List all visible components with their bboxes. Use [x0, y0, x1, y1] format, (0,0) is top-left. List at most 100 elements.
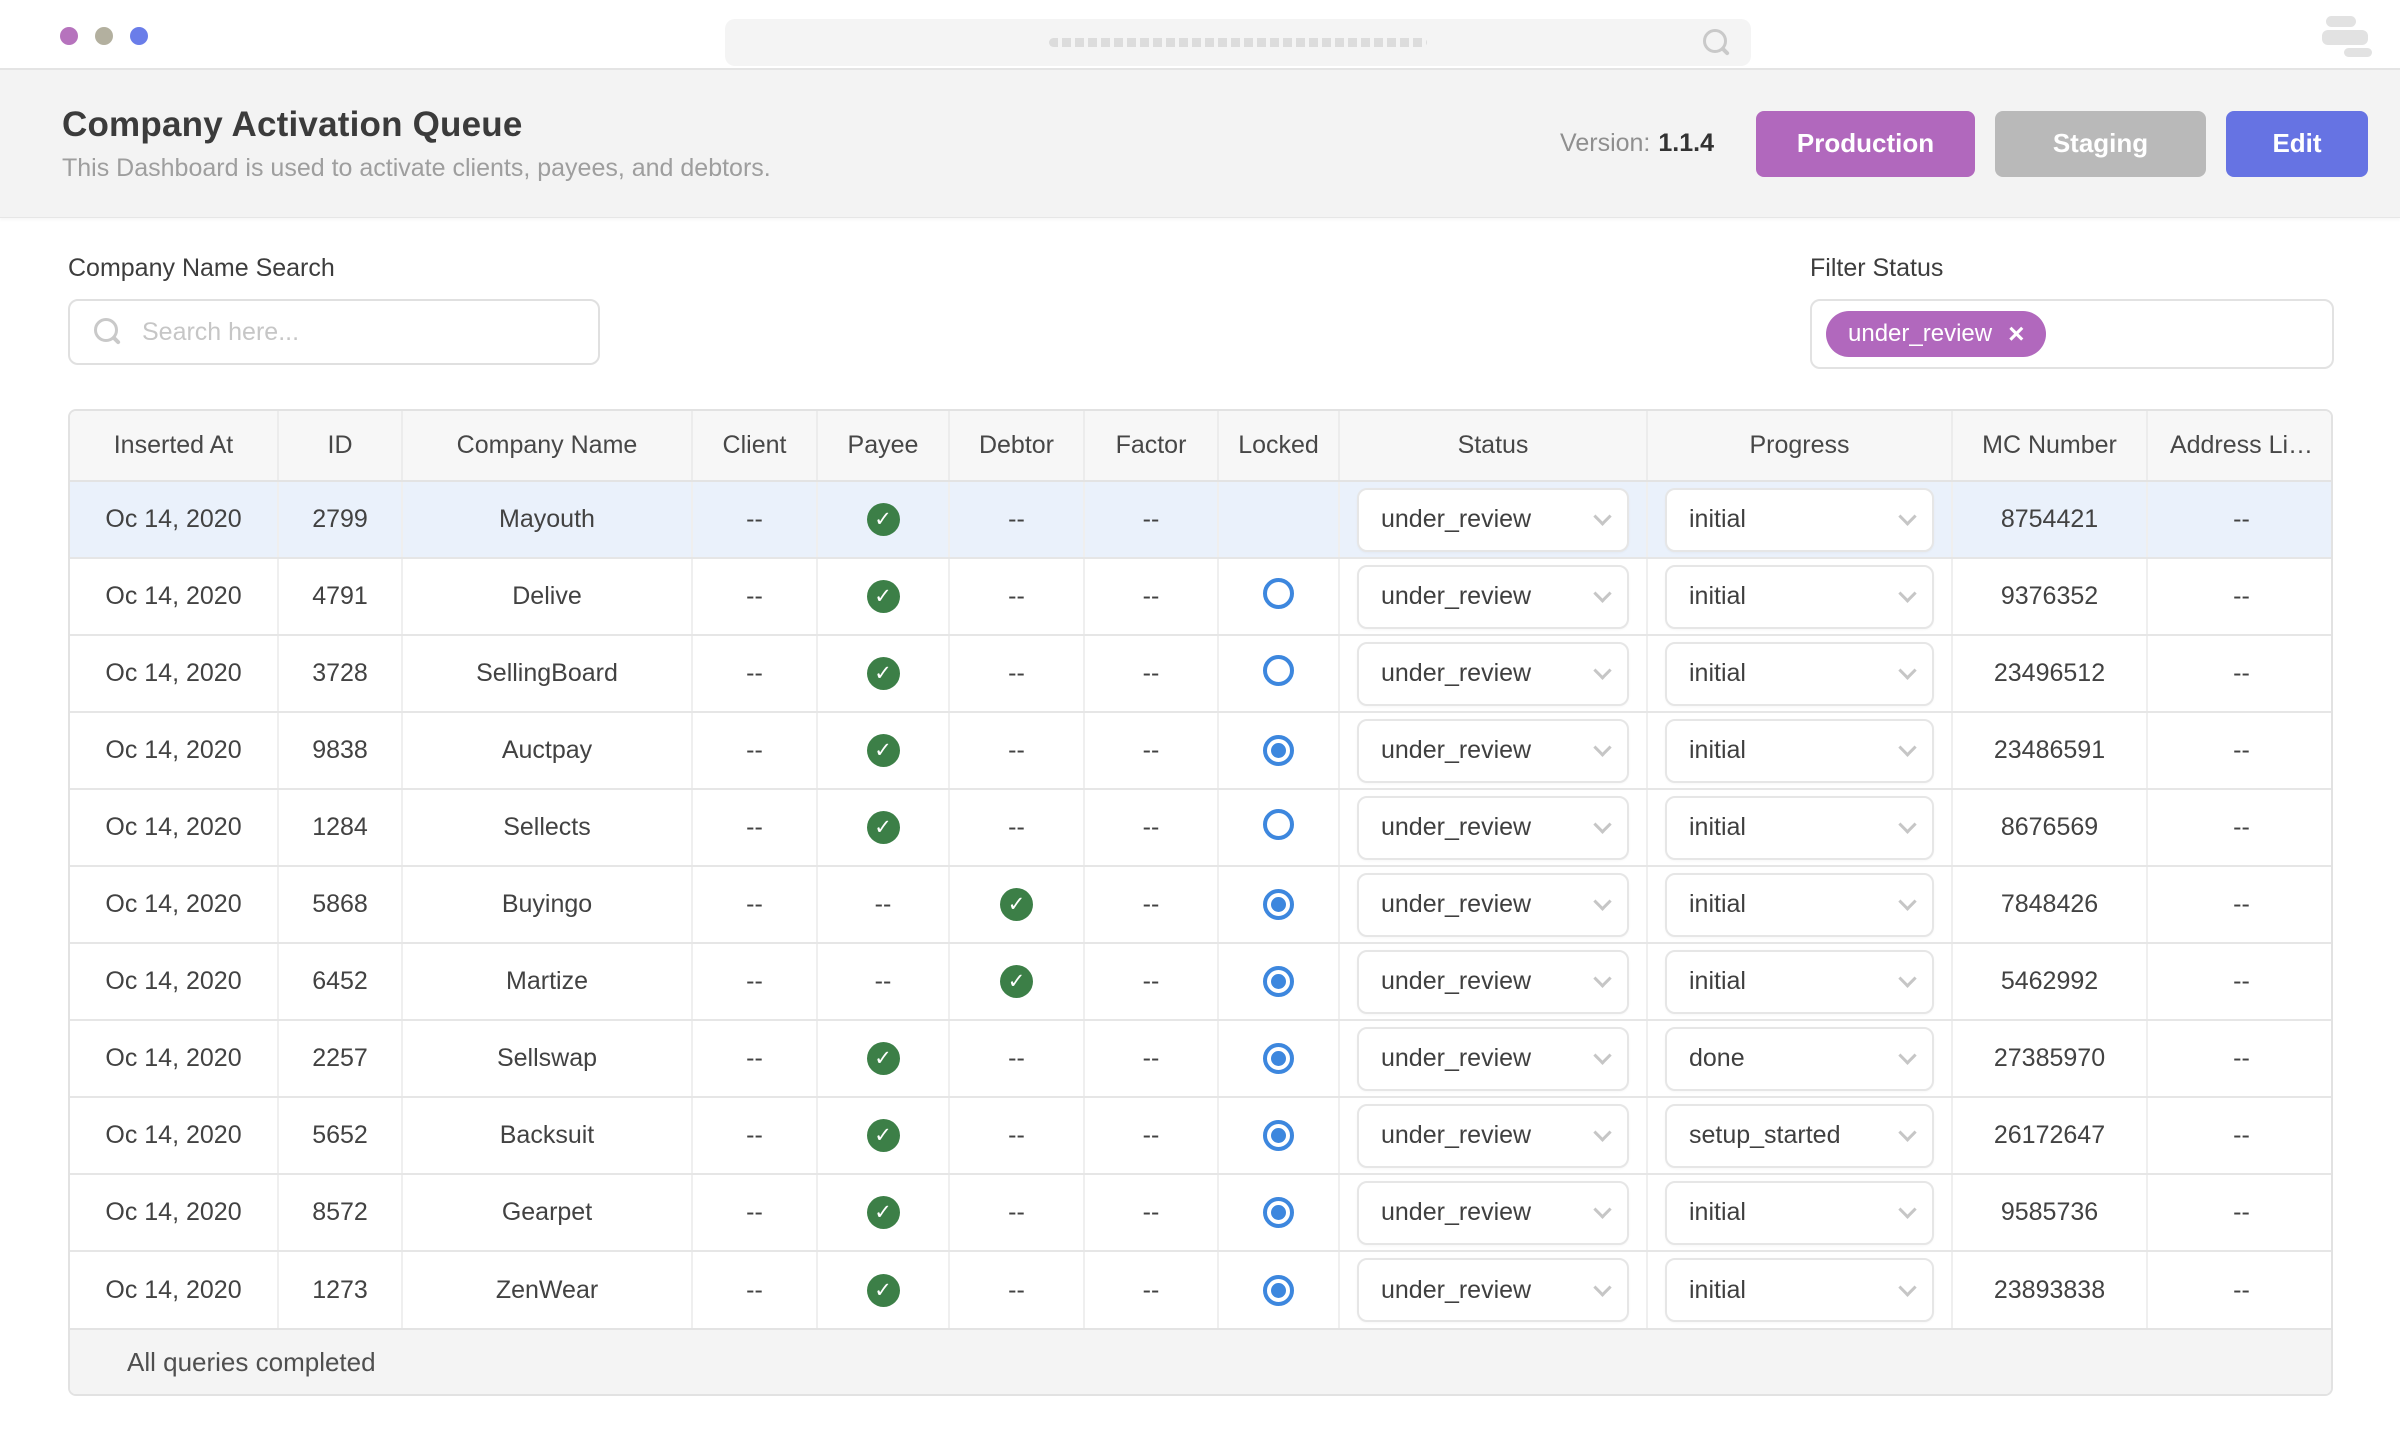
cell-status-select[interactable]: under_review — [1357, 1026, 1629, 1091]
cell-progress-select[interactable]: setup_started — [1665, 1103, 1934, 1168]
cell-status: under_review — [1338, 1174, 1647, 1252]
lock-radio[interactable] — [1263, 808, 1294, 840]
cell-mc-number: 23893838 — [1951, 1251, 2147, 1328]
cell-factor: -- — [1083, 1020, 1218, 1098]
cell-status: under_review — [1338, 866, 1647, 944]
chevron-down-icon — [1593, 1200, 1612, 1219]
cell-progress-select[interactable]: initial — [1665, 949, 1934, 1014]
cell-payee: ✓ — [816, 558, 949, 636]
cell-status-select[interactable]: under_review — [1357, 1103, 1629, 1168]
cell-locked — [1217, 1097, 1339, 1175]
cell-client: -- — [691, 1174, 817, 1252]
cell-payee: -- — [816, 866, 949, 944]
cell-payee: ✓ — [816, 1097, 949, 1175]
cell-address: -- — [2146, 1174, 2331, 1252]
cell-progress-select[interactable]: initial — [1665, 1258, 1934, 1322]
lock-radio[interactable] — [1263, 1120, 1294, 1151]
cell-client: -- — [691, 558, 817, 636]
cell-inserted-at: Oc 14, 2020 — [70, 481, 278, 559]
cell-inserted-at: Oc 14, 2020 — [70, 789, 278, 867]
column-header-4: Payee — [816, 411, 949, 482]
cell-locked — [1217, 943, 1339, 1021]
cell-progress: initial — [1646, 1174, 1952, 1252]
address-bar-text — [1049, 38, 1427, 47]
cell-client: -- — [691, 1251, 817, 1328]
cell-status-select[interactable]: under_review — [1357, 1258, 1629, 1322]
cell-status: under_review — [1338, 558, 1647, 636]
cell-locked — [1217, 712, 1339, 790]
window-dot-gray[interactable] — [95, 27, 113, 45]
cell-debtor: -- — [948, 481, 1084, 559]
lock-radio[interactable] — [1263, 577, 1294, 609]
company-search-label: Company Name Search — [68, 254, 335, 282]
cell-status-select[interactable]: under_review — [1357, 795, 1629, 860]
cell-inserted-at: Oc 14, 2020 — [70, 1020, 278, 1098]
table-row: Oc 14, 2020 5868 Buyingo -- -- ✓ -- under_revie… — [70, 866, 2331, 944]
cell-mc-number: 5462992 — [1951, 943, 2147, 1021]
menu-icon[interactable] — [2322, 16, 2382, 58]
cell-progress: initial — [1646, 712, 1952, 790]
cell-status-select[interactable]: under_review — [1357, 1180, 1629, 1245]
lock-radio[interactable] — [1263, 889, 1294, 920]
version-label: Version: 1.1.4 — [1560, 129, 1714, 157]
cell-progress-select[interactable]: initial — [1665, 795, 1934, 860]
cell-status-select[interactable]: under_review — [1357, 949, 1629, 1014]
cell-client: -- — [691, 789, 817, 867]
cell-locked — [1217, 635, 1339, 713]
cell-client: -- — [691, 481, 817, 559]
cell-progress-select[interactable]: initial — [1665, 872, 1934, 937]
cell-address: -- — [2146, 1020, 2331, 1098]
staging-button[interactable]: Staging — [1995, 110, 2206, 177]
window-dot-blue[interactable] — [130, 27, 148, 45]
cell-progress-select[interactable]: initial — [1665, 1180, 1934, 1245]
cell-factor: -- — [1083, 789, 1218, 867]
cell-progress-select[interactable]: initial — [1665, 487, 1934, 552]
cell-progress-select[interactable]: initial — [1665, 718, 1934, 783]
cell-status-select[interactable]: under_review — [1357, 872, 1629, 937]
column-header-3: Client — [691, 411, 817, 482]
window-dot-purple[interactable] — [60, 27, 78, 45]
cell-status: under_review — [1338, 789, 1647, 867]
cell-factor: -- — [1083, 635, 1218, 713]
edit-button[interactable]: Edit — [2226, 110, 2368, 177]
cell-mc-number: 7848426 — [1951, 866, 2147, 944]
cell-progress: initial — [1646, 635, 1952, 713]
cell-status-select[interactable]: under_review — [1357, 564, 1629, 629]
cell-progress-select[interactable]: done — [1665, 1026, 1934, 1091]
table-row: Oc 14, 2020 8572 Gearpet -- ✓ -- -- under_revie… — [70, 1174, 2331, 1252]
filter-chip: under_review × — [1826, 311, 2047, 357]
lock-radio[interactable] — [1263, 654, 1294, 686]
cell-address: -- — [2146, 866, 2331, 944]
address-bar[interactable] — [725, 19, 1751, 66]
cell-locked — [1217, 1174, 1339, 1252]
browser-chrome — [0, 0, 2400, 70]
cell-status: under_review — [1338, 1097, 1647, 1175]
cell-progress: setup_started — [1646, 1097, 1952, 1175]
column-header-9: Progress — [1646, 411, 1952, 482]
chevron-down-icon — [1593, 815, 1612, 834]
cell-status-select[interactable]: under_review — [1357, 718, 1629, 783]
cell-progress-select[interactable]: initial — [1665, 564, 1934, 629]
column-header-1: ID — [277, 411, 402, 482]
production-button[interactable]: Production — [1756, 110, 1975, 177]
chevron-down-icon — [1898, 1123, 1917, 1142]
lock-radio[interactable] — [1263, 966, 1294, 997]
lock-radio[interactable] — [1263, 735, 1294, 766]
cell-progress-select[interactable]: initial — [1665, 641, 1934, 706]
table-header-row: Inserted At ID Company Name Client Payee Debt… — [70, 411, 2331, 482]
chevron-down-icon — [1898, 1200, 1917, 1219]
cell-factor: -- — [1083, 712, 1218, 790]
cell-address: -- — [2146, 481, 2331, 559]
cell-address: -- — [2146, 789, 2331, 867]
cell-progress: initial — [1646, 789, 1952, 867]
cell-address: -- — [2146, 712, 2331, 790]
lock-radio[interactable] — [1263, 1197, 1294, 1228]
lock-radio[interactable] — [1263, 1043, 1294, 1074]
filter-status-field[interactable]: under_review × — [1810, 299, 2334, 369]
cell-status-select[interactable]: under_review — [1357, 641, 1629, 706]
company-search-input[interactable] — [142, 317, 578, 347]
cell-id: 2799 — [277, 481, 402, 559]
lock-radio[interactable] — [1263, 1274, 1294, 1306]
close-icon[interactable]: × — [2008, 320, 2024, 348]
cell-status-select[interactable]: under_review — [1357, 487, 1629, 552]
